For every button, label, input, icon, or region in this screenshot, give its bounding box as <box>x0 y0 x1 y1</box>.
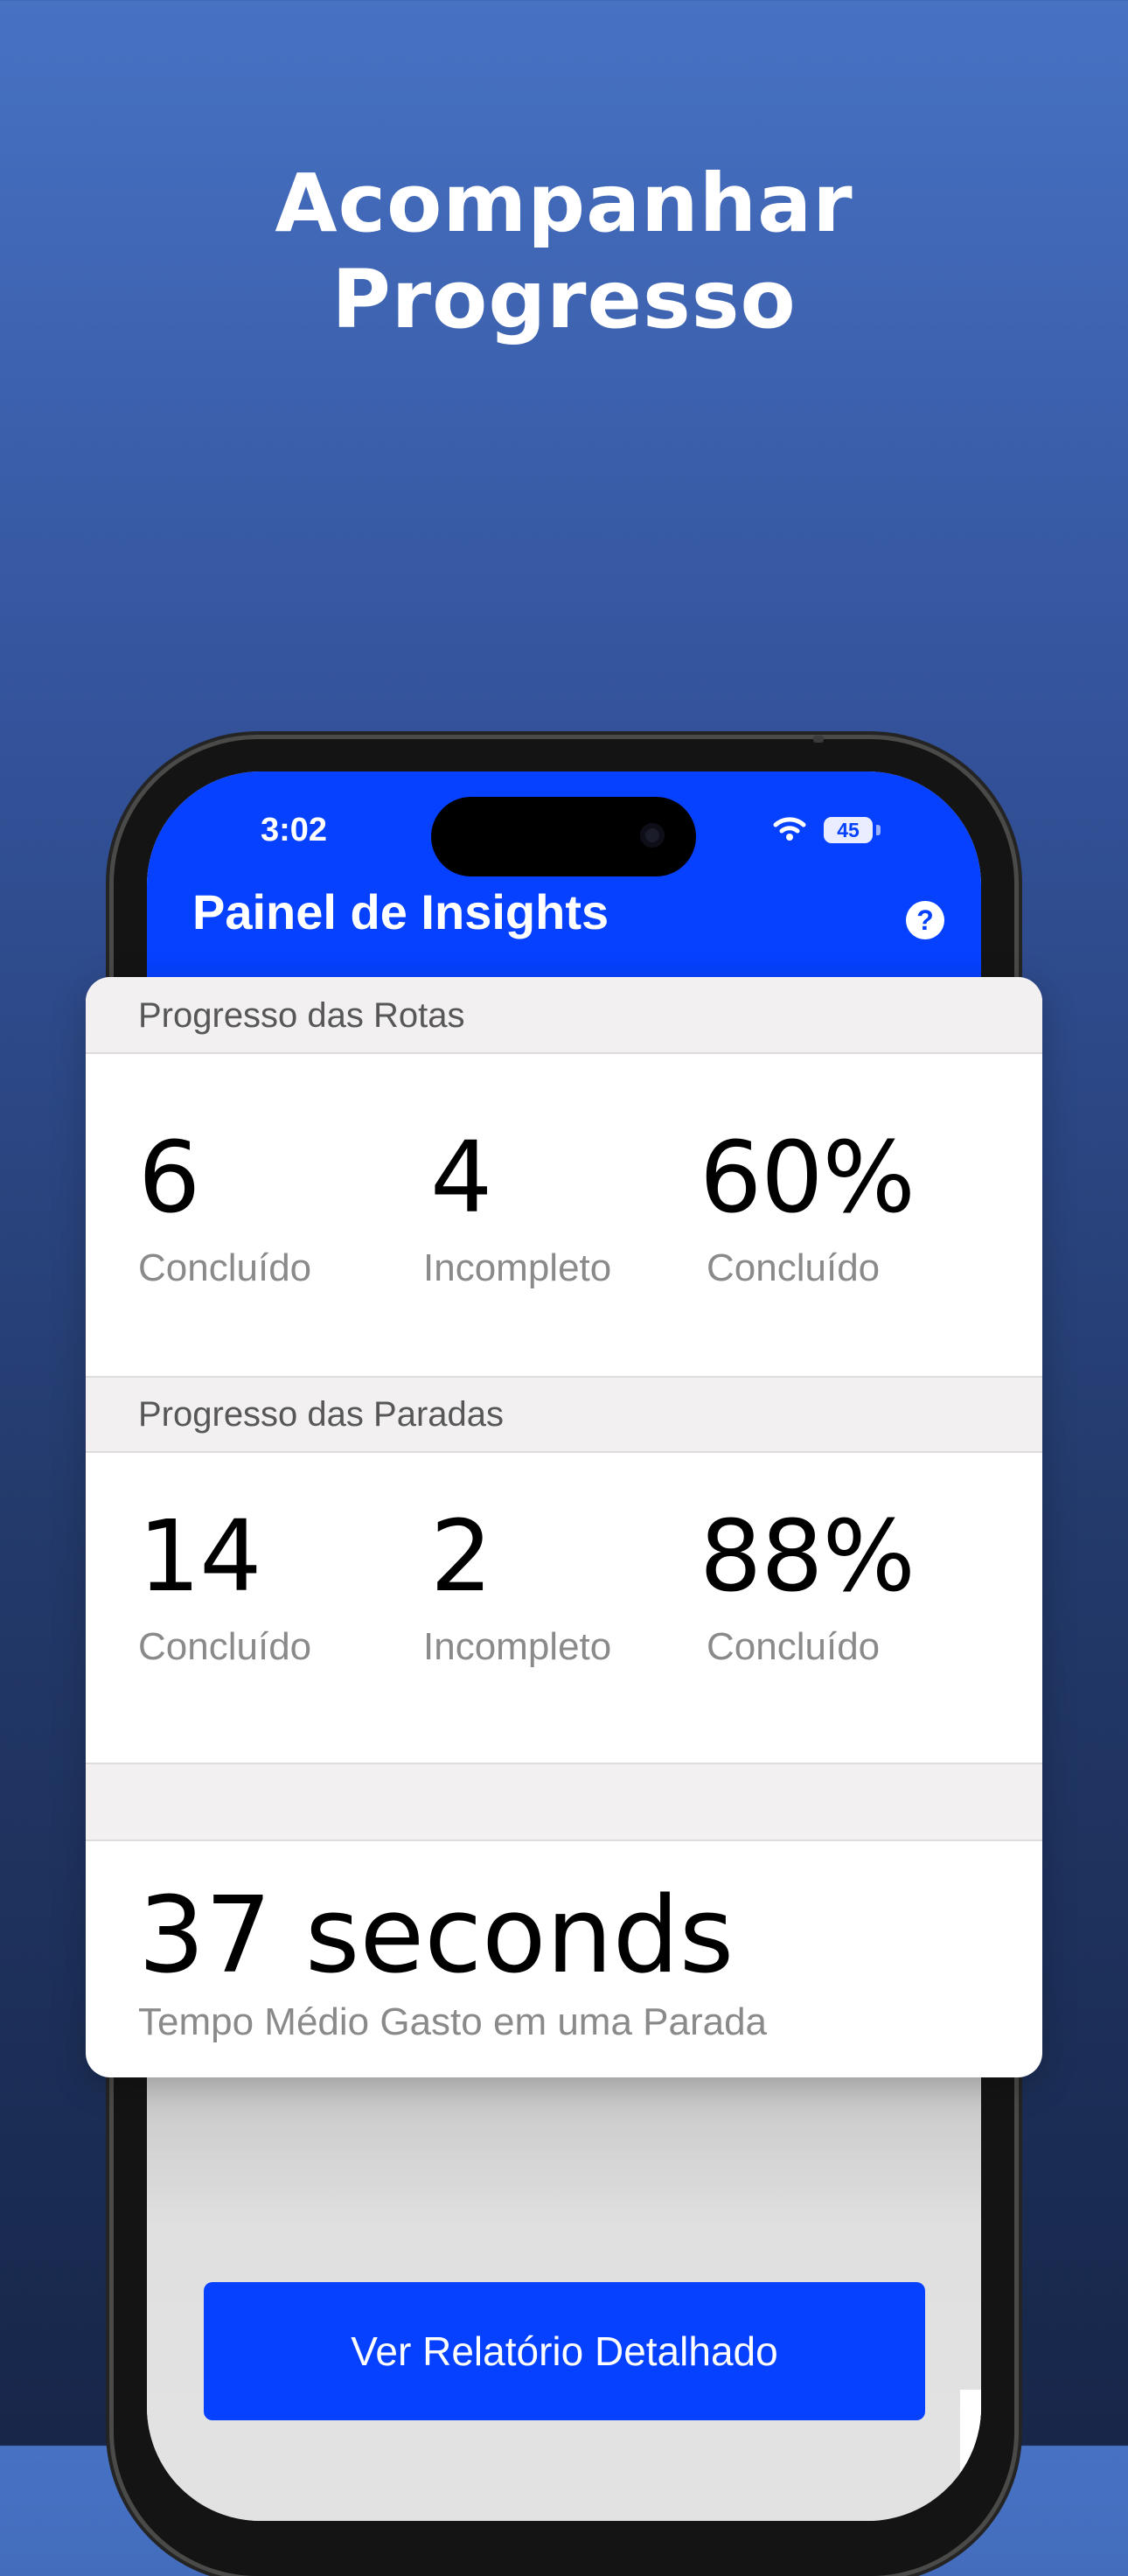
page-title: Painel de Insights <box>192 884 609 939</box>
battery-icon: 45 <box>824 817 873 843</box>
routes-section-title: Progresso das Rotas <box>138 996 465 1035</box>
stops-section-title: Progresso das Paradas <box>138 1395 505 1434</box>
marketing-headline: Acompanhar Progresso <box>0 156 1128 348</box>
routes-completed-metric: 6 Concluído <box>138 1126 311 1290</box>
stops-percent-label: Concluído <box>707 1625 881 1668</box>
battery-cap <box>876 825 881 835</box>
average-time-label: Tempo Médio Gasto em uma Parada <box>138 2000 768 2043</box>
routes-completed-label: Concluído <box>138 1246 312 1289</box>
camera-icon <box>640 823 665 848</box>
stops-completed-metric: 14 Concluído <box>138 1504 311 1669</box>
dynamic-island <box>431 797 696 876</box>
headline-line-2: Progresso <box>331 253 797 346</box>
stops-incomplete-metric: 2 Incompleto <box>423 1504 611 1669</box>
phone-antenna-notch <box>813 736 824 743</box>
status-time: 3:02 <box>261 812 328 848</box>
help-icon[interactable]: ? <box>906 901 944 939</box>
routes-incomplete-metric: 4 Incompleto <box>423 1126 611 1290</box>
routes-incomplete-label: Incompleto <box>423 1246 612 1289</box>
routes-percent-label: Concluído <box>707 1246 881 1289</box>
stops-completed-value: 14 <box>138 1500 262 1614</box>
average-time-value: 37 seconds <box>138 1875 735 1997</box>
navigation-bar: 3:02 45 Painel de Insights ? <box>147 771 981 981</box>
screen-edge <box>960 2390 981 2521</box>
wifi-icon <box>773 817 806 841</box>
routes-percent-metric: 60% Concluído <box>700 1121 916 1290</box>
stops-percent-value: 88% <box>700 1500 916 1614</box>
stops-completed-label: Concluído <box>138 1625 312 1668</box>
stops-incomplete-value: 2 <box>430 1500 492 1614</box>
headline-line-1: Acompanhar <box>275 157 853 250</box>
detailed-report-button[interactable]: Ver Relatório Detalhado <box>204 2282 925 2420</box>
routes-incomplete-value: 4 <box>430 1121 492 1235</box>
routes-section-header: Progresso das Rotas <box>86 977 1042 1054</box>
spacer-section <box>86 1763 1042 1841</box>
stops-section-header: Progresso das Paradas <box>86 1376 1042 1453</box>
stops-percent-metric: 88% Concluído <box>700 1500 916 1669</box>
routes-completed-value: 6 <box>138 1121 200 1235</box>
stops-incomplete-label: Incompleto <box>423 1625 612 1668</box>
routes-percent-value: 60% <box>700 1121 916 1235</box>
insights-card: Progresso das Rotas 6 Concluído 4 Incomp… <box>86 977 1042 2077</box>
